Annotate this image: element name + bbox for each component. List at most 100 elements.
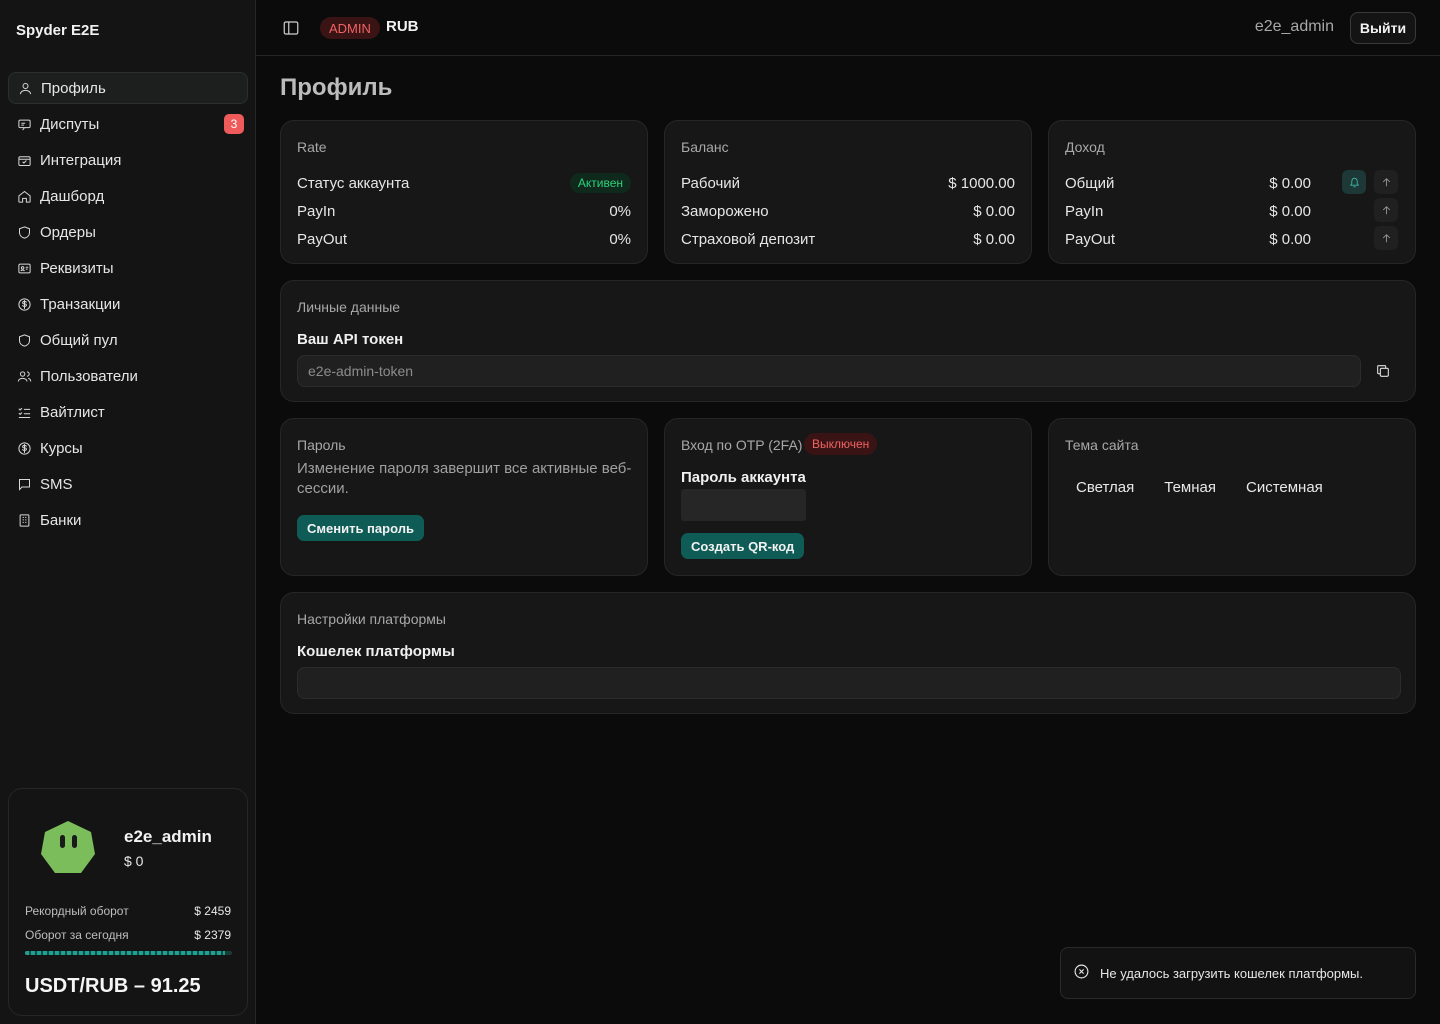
otp-card: Вход по OTP (2FA) Выключен Пароль аккаун… bbox=[664, 418, 1032, 576]
income-total-label: Общий bbox=[1065, 174, 1115, 192]
record-turnover-row: Рекордный оборот $ 2459 bbox=[25, 904, 231, 918]
income-card: Доход Общий $ 0.00 PayIn $ 0.00 PayOut $… bbox=[1048, 120, 1416, 264]
payout-rate-value: 0% bbox=[609, 230, 631, 248]
payin-rate-row: PayIn 0% bbox=[297, 201, 631, 221]
sidebar-item-label: SMS bbox=[40, 475, 73, 493]
sidebar-item-label: Ордеры bbox=[40, 223, 96, 241]
otp-card-title: Вход по OTP (2FA) bbox=[681, 437, 803, 453]
sidebar-item-common-pool[interactable]: Общий пул bbox=[8, 324, 248, 356]
income-payin-up-button[interactable] bbox=[1374, 198, 1398, 222]
toast-message: Не удалось загрузить кошелек платформы. bbox=[1100, 965, 1364, 981]
platform-wallet-label: Кошелек платформы bbox=[297, 643, 455, 660]
balance-card-title: Баланс bbox=[681, 139, 729, 155]
personal-data-title: Личные данные bbox=[297, 299, 401, 315]
sidebar-item-label: Реквизиты bbox=[40, 259, 114, 277]
sidebar-item-dashboard[interactable]: Дашборд bbox=[8, 180, 248, 212]
sidebar-item-whitelist[interactable]: Вайтлист bbox=[8, 396, 248, 428]
user-card-username: e2e_admin bbox=[124, 827, 212, 846]
insurance-deposit-label: Страховой депозит bbox=[681, 230, 816, 248]
income-payout-label: PayOut bbox=[1065, 230, 1116, 248]
account-status-row: Статус аккаунта Активен bbox=[297, 173, 631, 193]
top-header: ADMIN RUB e2e_admin Выйти bbox=[256, 0, 1440, 56]
sidebar-item-transactions[interactable]: Транзакции bbox=[8, 288, 248, 320]
password-description: Изменение пароля завершит все активные в… bbox=[297, 460, 632, 497]
exchange-rate: USDT/RUB – 91.25 bbox=[25, 975, 201, 997]
turnover-progress-bar bbox=[25, 951, 232, 955]
copy-token-button[interactable] bbox=[1373, 361, 1393, 381]
record-turnover-value: $ 2459 bbox=[194, 904, 231, 918]
password-card-title: Пароль bbox=[297, 437, 346, 453]
payout-rate-label: PayOut bbox=[297, 230, 348, 248]
platform-settings-title: Настройки платформы bbox=[297, 611, 446, 627]
id-card-icon bbox=[16, 260, 32, 276]
sidebar-item-label: Пользователи bbox=[40, 367, 138, 385]
working-balance-row: Рабочий $ 1000.00 bbox=[681, 173, 1015, 193]
sidebar-item-banks[interactable]: Банки bbox=[8, 504, 248, 536]
sidebar-item-users[interactable]: Пользователи bbox=[8, 360, 248, 392]
platform-settings-card: Настройки платформы Кошелек платформы bbox=[280, 592, 1416, 714]
payin-rate-value: 0% bbox=[609, 202, 631, 220]
working-balance-label: Рабочий bbox=[681, 174, 741, 192]
account-status-label: Статус аккаунта bbox=[297, 174, 410, 192]
sidebar-nav: Профиль Диспуты 3 Интеграция Дашборд Орд… bbox=[8, 72, 248, 540]
theme-option-system[interactable]: Системная bbox=[1235, 477, 1334, 497]
record-turnover-label: Рекордный оборот bbox=[25, 904, 129, 918]
payin-rate-label: PayIn bbox=[297, 202, 336, 220]
checklist-icon bbox=[16, 404, 32, 420]
income-payout-value: $ 0.00 bbox=[1269, 230, 1311, 248]
bell-icon bbox=[1349, 177, 1359, 187]
users-icon bbox=[16, 368, 32, 384]
account-password-input[interactable] bbox=[681, 489, 806, 521]
sidebar-item-label: Диспуты bbox=[40, 115, 100, 133]
sidebar-item-rates[interactable]: Курсы bbox=[8, 432, 248, 464]
today-turnover-value: $ 2379 bbox=[194, 928, 231, 942]
income-payin-row: PayIn $ 0.00 bbox=[1065, 201, 1399, 221]
income-total-up-button[interactable] bbox=[1374, 170, 1398, 194]
today-turnover-label: Оборот за сегодня bbox=[25, 928, 129, 942]
user-summary-card: e2e_admin $ 0 Рекордный оборот $ 2459 Об… bbox=[8, 788, 248, 1016]
disputes-icon bbox=[16, 116, 32, 132]
theme-option-dark[interactable]: Темная bbox=[1153, 477, 1227, 497]
theme-card: Тема сайта Светлая Темная Системная bbox=[1048, 418, 1416, 576]
integration-icon bbox=[16, 152, 32, 168]
create-qr-button[interactable]: Создать QR-код bbox=[681, 533, 805, 559]
income-payin-value: $ 0.00 bbox=[1269, 202, 1311, 220]
sidebar-item-orders[interactable]: Ордеры bbox=[8, 216, 248, 248]
brand-title: Spyder E2E bbox=[16, 22, 100, 39]
personal-data-card: Личные данные Ваш API токен bbox=[280, 280, 1416, 402]
sidebar-item-label: Транзакции bbox=[40, 295, 121, 313]
theme-option-light[interactable]: Светлая bbox=[1065, 477, 1145, 497]
otp-status-badge: Выключен bbox=[804, 433, 878, 455]
frozen-balance-row: Заморожено $ 0.00 bbox=[681, 201, 1015, 221]
sidebar-item-sms[interactable]: SMS bbox=[8, 468, 248, 500]
user-card-balance: $ 0 bbox=[124, 853, 144, 869]
frozen-balance-label: Заморожено bbox=[681, 202, 769, 220]
change-password-button[interactable]: Сменить пароль bbox=[297, 515, 424, 541]
income-payout-up-button[interactable] bbox=[1374, 226, 1398, 250]
logout-button[interactable]: Выйти bbox=[1350, 12, 1416, 44]
income-payin-label: PayIn bbox=[1065, 202, 1104, 220]
sidebar-item-label: Вайтлист bbox=[40, 403, 105, 421]
message-icon bbox=[16, 476, 32, 492]
sidebar-item-requisites[interactable]: Реквизиты bbox=[8, 252, 248, 284]
sidebar-item-label: Профиль bbox=[41, 79, 106, 97]
sidebar-item-profile[interactable]: Профиль bbox=[8, 72, 248, 104]
sidebar-item-disputes[interactable]: Диспуты 3 bbox=[8, 108, 248, 140]
withdraw-total-button[interactable] bbox=[1342, 170, 1366, 194]
sidebar-item-integration[interactable]: Интеграция bbox=[8, 144, 248, 176]
home-icon bbox=[16, 188, 32, 204]
income-card-title: Доход bbox=[1065, 139, 1105, 155]
shield-icon bbox=[16, 332, 32, 348]
arrow-up-icon bbox=[1382, 177, 1390, 186]
error-circle-icon bbox=[1073, 963, 1090, 984]
platform-wallet-input[interactable] bbox=[297, 667, 1401, 699]
sidebar-toggle-icon[interactable] bbox=[282, 19, 300, 37]
sidebar: Spyder E2E Профиль Диспуты 3 Интеграция … bbox=[0, 0, 256, 1024]
header-username: e2e_admin bbox=[1254, 18, 1334, 35]
frozen-balance-value: $ 0.00 bbox=[973, 202, 1015, 220]
api-token-input[interactable] bbox=[297, 355, 1361, 387]
payout-rate-row: PayOut 0% bbox=[297, 229, 631, 249]
error-toast: Не удалось загрузить кошелек платформы. bbox=[1060, 947, 1416, 999]
arrow-up-icon bbox=[1382, 205, 1390, 214]
account-password-label: Пароль аккаунта bbox=[681, 469, 806, 486]
